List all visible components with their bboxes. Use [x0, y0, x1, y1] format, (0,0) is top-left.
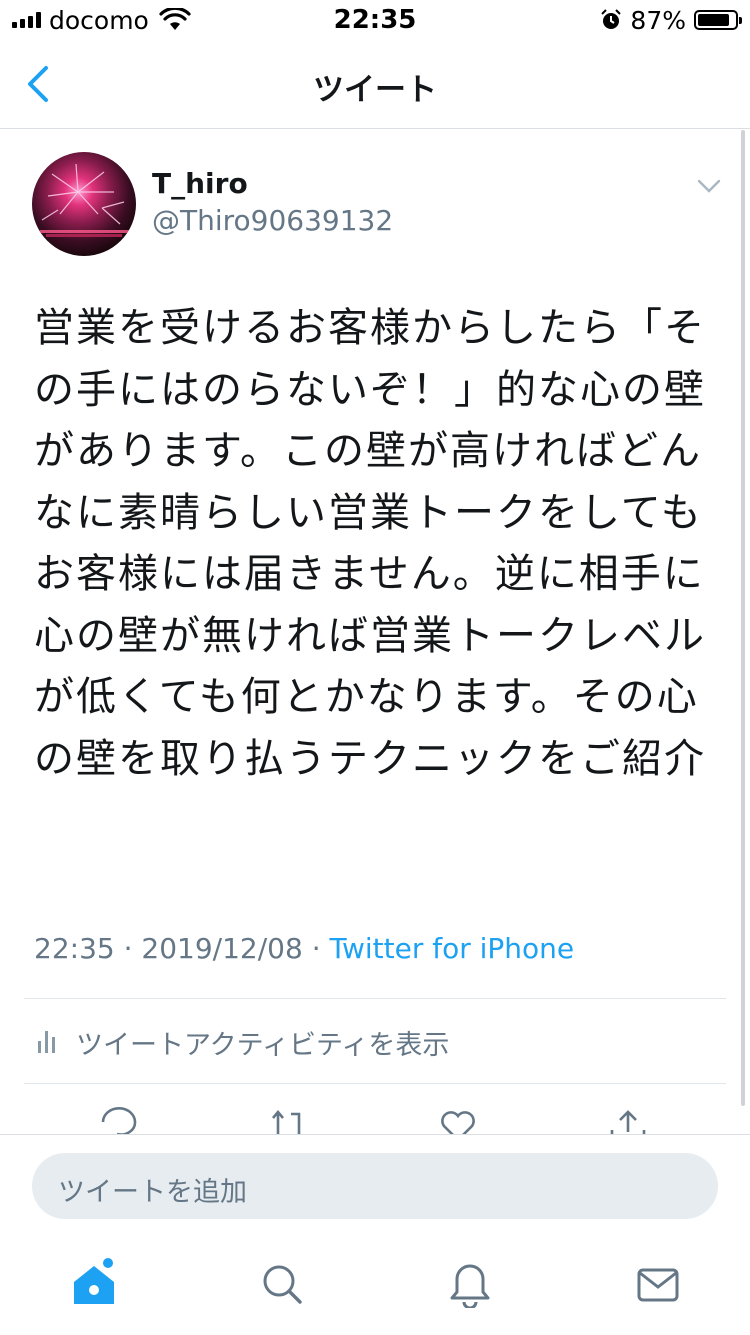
retweet-button[interactable]	[265, 1106, 309, 1136]
alarm-icon	[601, 9, 622, 29]
tweet-date: 2019/12/08	[141, 932, 303, 965]
like-button[interactable]	[436, 1106, 480, 1136]
avatar[interactable]	[32, 152, 136, 256]
battery-percent: 87%	[630, 5, 686, 35]
divider	[24, 998, 726, 999]
status-bar: docomo 22:35 87%	[0, 0, 750, 40]
display-name[interactable]: T_hiro	[152, 167, 248, 200]
battery-icon	[694, 10, 742, 30]
tweet-text: 営業を受けるお客様からしたら「その手にはのらないぞ！」的な心の壁があります。この…	[34, 305, 706, 782]
meta-separator: ·	[114, 932, 142, 965]
notifications-tab[interactable]	[448, 1262, 492, 1308]
scroll-indicator	[741, 130, 745, 1106]
reply-button[interactable]	[97, 1106, 141, 1136]
tweet-time: 22:35	[34, 932, 115, 965]
activity-label: ツイートアクティビティを表示	[76, 1029, 450, 1061]
nav-bar: ツイート	[0, 40, 750, 129]
chevron-down-icon[interactable]	[696, 176, 722, 196]
search-tab[interactable]	[260, 1262, 304, 1308]
tweet-meta: 22:35 · 2019/12/08 · Twitter for iPhone	[34, 932, 574, 965]
meta-separator: ·	[302, 932, 330, 965]
share-button[interactable]	[606, 1106, 650, 1136]
tweet-source-link[interactable]: Twitter for iPhone	[330, 932, 575, 965]
home-tab[interactable]	[70, 1256, 118, 1308]
reply-input[interactable]: ツイートを追加	[32, 1153, 718, 1219]
tweet-actions	[0, 1100, 750, 1136]
page-title: ツイート	[313, 72, 437, 108]
status-right: 87%	[600, 5, 742, 35]
bar-chart-icon	[38, 1031, 55, 1053]
messages-tab[interactable]	[636, 1262, 680, 1308]
divider	[24, 1083, 726, 1084]
reply-placeholder: ツイートを追加	[58, 1177, 247, 1208]
user-handle[interactable]: @Thiro90639132	[152, 204, 393, 237]
fireworks-photo	[40, 163, 130, 237]
tweet-activity-button[interactable]: ツイートアクティビティを表示	[36, 1024, 450, 1061]
